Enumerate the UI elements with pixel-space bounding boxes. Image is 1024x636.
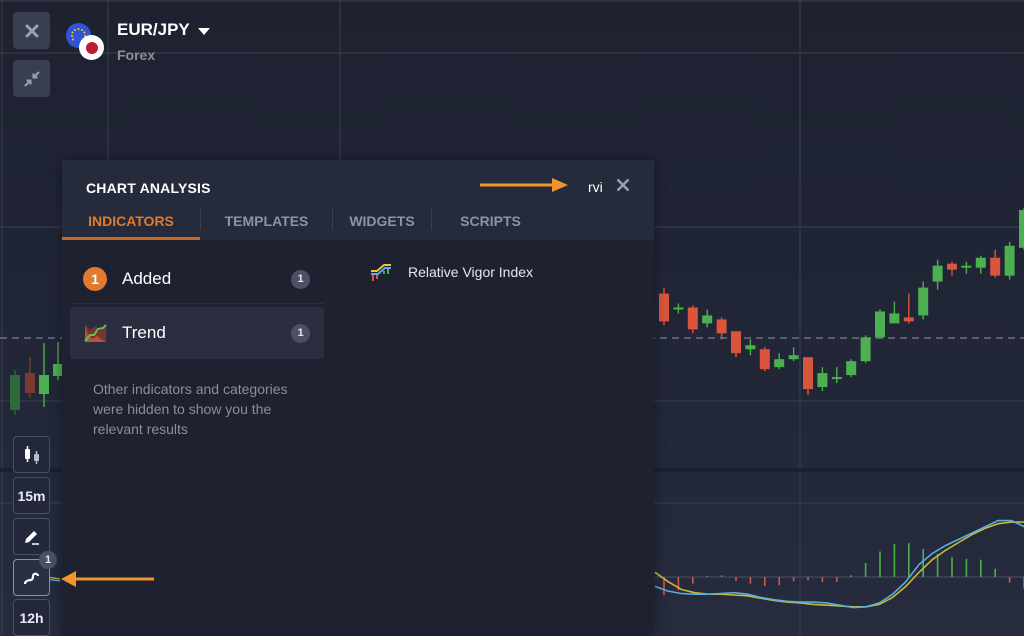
- panel-header: CHART ANALYSIS rvi INDICATORS TEMPLATES …: [62, 160, 654, 240]
- trading-app: 15m 1 12h EUR/JPY Forex CHART ANALYSIS r…: [0, 0, 1024, 636]
- candle: [10, 375, 20, 410]
- candle-bearish: [687, 307, 698, 330]
- candle-bearish: [716, 319, 727, 334]
- candle-bullish: [702, 315, 713, 324]
- chart-analysis-panel: CHART ANALYSIS rvi INDICATORS TEMPLATES …: [62, 160, 654, 636]
- asset-pair-label: EUR/JPY: [117, 20, 190, 39]
- hidden-categories-hint: Other indicators and categories were hid…: [93, 381, 288, 437]
- candle-bullish: [817, 373, 828, 388]
- candle-bullish: [846, 361, 857, 376]
- period-label: 12h: [19, 609, 44, 626]
- indicator-result-label: Relative Vigor Index: [408, 264, 534, 280]
- close-icon: [25, 24, 38, 37]
- panel-title: CHART ANALYSIS: [86, 180, 211, 196]
- candle-bullish: [788, 355, 799, 360]
- candle: [39, 375, 49, 394]
- candle-bearish: [803, 357, 813, 390]
- candle-bearish: [759, 349, 770, 370]
- category-added[interactable]: 1 Added 1: [70, 255, 324, 303]
- timeframe-label: 15m: [17, 487, 46, 504]
- candle-bearish: [731, 331, 741, 354]
- candle-bearish: [903, 317, 914, 322]
- candle-bullish: [860, 337, 871, 362]
- tab-scripts[interactable]: SCRIPTS: [432, 202, 549, 240]
- category-label: Added: [122, 269, 172, 288]
- candle-bearish: [659, 293, 669, 322]
- category-divider: [70, 303, 324, 304]
- trend-icon: [84, 324, 107, 342]
- candle-bullish: [1004, 245, 1015, 276]
- indicator-search-input[interactable]: rvi: [588, 179, 603, 195]
- category-label: Trend: [122, 323, 166, 342]
- category-count-badge: 1: [291, 269, 310, 289]
- category-list: 1 Added 1 Trend 1: [70, 255, 324, 359]
- candle-bullish: [975, 257, 986, 268]
- indicators-count-badge: 1: [39, 551, 57, 569]
- tab-widgets[interactable]: WIDGETS: [333, 202, 431, 240]
- asset-category: Forex: [117, 47, 156, 63]
- candle-bearish: [990, 257, 1001, 276]
- caret-down-icon: [197, 27, 210, 35]
- candle-bullish: [1019, 209, 1024, 248]
- rvi-indicator-icon: [371, 264, 391, 281]
- candle-bearish: [947, 263, 957, 270]
- candle-bullish: [889, 313, 900, 324]
- close-icon: [616, 178, 630, 192]
- wave-icon: [23, 572, 39, 584]
- jp-flag-icon: [79, 35, 104, 60]
- close-chart-button[interactable]: [13, 12, 50, 49]
- tab-indicators[interactable]: INDICATORS: [62, 202, 200, 240]
- candle-bullish: [961, 265, 972, 268]
- period-button[interactable]: 12h: [13, 599, 50, 636]
- panel-close-button[interactable]: [613, 176, 633, 196]
- added-number-icon: 1: [83, 267, 107, 291]
- annotation-arrow-left-icon: [61, 571, 154, 587]
- candle-bullish: [932, 265, 943, 282]
- candle-bullish: [918, 287, 929, 316]
- category-count-badge: 1: [291, 323, 310, 343]
- indicator-result-item[interactable]: Relative Vigor Index: [370, 262, 533, 282]
- candle-bullish: [673, 307, 684, 310]
- annotation-arrow-right-icon: [480, 178, 568, 192]
- asset-pair[interactable]: EUR/JPY: [117, 20, 210, 40]
- drawing-tools-button[interactable]: [13, 518, 50, 555]
- candle-bullish: [875, 311, 885, 338]
- chart-type-button[interactable]: [13, 436, 50, 473]
- candle-bullish: [774, 359, 785, 368]
- collapse-button[interactable]: [13, 60, 50, 97]
- category-trend[interactable]: Trend 1: [70, 307, 324, 359]
- panel-tabs: INDICATORS TEMPLATES WIDGETS SCRIPTS: [62, 202, 549, 240]
- candle-bullish: [831, 377, 842, 380]
- collapse-arrows-icon: [23, 70, 40, 87]
- candle: [25, 373, 35, 393]
- rvi-main-line: [654, 519, 1024, 609]
- pencil-icon: [24, 530, 39, 545]
- candlestick-icon: [24, 445, 39, 464]
- candle-bullish: [745, 345, 756, 350]
- tab-templates[interactable]: TEMPLATES: [201, 202, 332, 240]
- indicators-button[interactable]: 1: [13, 551, 57, 596]
- timeframe-button[interactable]: 15m: [13, 477, 50, 514]
